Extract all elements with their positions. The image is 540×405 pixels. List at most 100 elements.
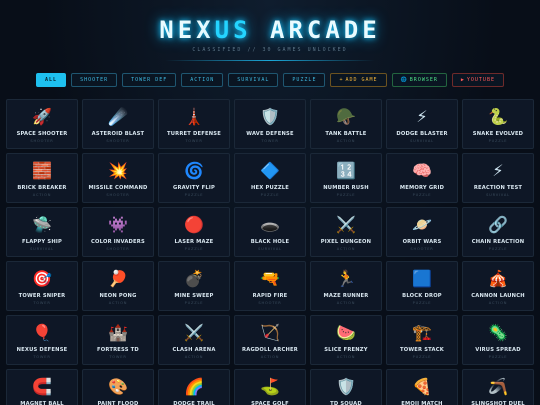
game-card[interactable]: 🏃 MAZE RUNNER ACTION	[310, 261, 382, 311]
game-card[interactable]: 🔫 RAPID FIRE SHOOTER	[234, 261, 306, 311]
game-card[interactable]: 🏗️ TOWER STACK PUZZLE	[386, 315, 458, 365]
game-card[interactable]: 🪃SLINGSHOT DUELACTION	[462, 369, 534, 405]
game-icon: ⚔️	[184, 323, 204, 342]
game-card[interactable]: 💥 MISSILE COMMAND SHOOTER	[82, 153, 154, 203]
game-title: PIXEL DUNGEON	[320, 239, 372, 245]
game-card[interactable]: 🏹 RAGDOLL ARCHER ACTION	[234, 315, 306, 365]
game-title: BLACK HOLE	[250, 239, 290, 245]
game-card[interactable]: 🏰 FORTRESS TD TOWER	[82, 315, 154, 365]
game-card[interactable]: 🐍 SNAKE EVOLVED PUZZLE	[462, 99, 534, 149]
game-icon: 🦠	[488, 323, 508, 342]
game-card[interactable]: 🎨PAINT FLOODPUZZLE	[82, 369, 154, 405]
game-title: SPACE GOLF	[251, 401, 289, 405]
game-title: CHAIN REACTION	[471, 239, 525, 245]
game-icon: 🧠	[412, 161, 432, 180]
game-genre: SHOOTER	[106, 139, 130, 143]
game-title: ASTEROID BLAST	[91, 131, 145, 137]
game-icon: 🌀	[184, 161, 204, 180]
game-card[interactable]: ☄️ ASTEROID BLAST SHOOTER	[82, 99, 154, 149]
game-card[interactable]: 🪐 ORBIT WARS SHOOTER	[386, 207, 458, 257]
game-card[interactable]: 🪖 TANK BATTLE ACTION	[310, 99, 382, 149]
game-genre: SURVIVAL	[30, 247, 54, 251]
game-card[interactable]: 🏓 NEON PONG ACTION	[82, 261, 154, 311]
game-card[interactable]: ⚔️ CLASH ARENA ACTION	[158, 315, 230, 365]
game-card[interactable]: 🔗 CHAIN REACTION PUZZLE	[462, 207, 534, 257]
game-genre: ACTION	[336, 139, 356, 143]
game-icon: 🪖	[336, 107, 356, 126]
game-icon: 💥	[108, 161, 128, 180]
game-card[interactable]: 🛡️TD SQUADTOWER	[310, 369, 382, 405]
tab-label: ALL	[45, 77, 58, 83]
tab-all[interactable]: ALL	[36, 73, 67, 87]
game-card[interactable]: 🎯 TOWER SNIPER TOWER	[6, 261, 78, 311]
game-genre: SURVIVAL	[258, 247, 282, 251]
game-card[interactable]: ⚡ DODGE BLASTER SURVIVAL	[386, 99, 458, 149]
game-icon: 🔷	[260, 161, 280, 180]
game-card[interactable]: 🛡️ WAVE DEFENSE TOWER	[234, 99, 306, 149]
tab-tower-def[interactable]: TOWER DEF	[122, 73, 177, 87]
game-card[interactable]: 🧱 BRICK BREAKER ACTION	[6, 153, 78, 203]
game-card[interactable]: 🔷 HEX PUZZLE PUZZLE	[234, 153, 306, 203]
game-icon: 🛡️	[336, 377, 356, 396]
tab-youtube[interactable]: ▶ YOUTUBE	[451, 73, 504, 87]
game-icon: 🎨	[108, 377, 128, 396]
game-title: MINE SWEEP	[174, 293, 214, 299]
game-card[interactable]: 🟦 BLOCK DROP PUZZLE	[386, 261, 458, 311]
game-icon: 🚀	[32, 107, 52, 126]
game-genre: PUZZLE	[184, 247, 204, 251]
page-title: NEXUS ARCADE	[159, 16, 381, 44]
game-icon: 🔴	[184, 215, 204, 234]
game-icon: 👾	[108, 215, 128, 234]
game-card[interactable]: ⛳SPACE GOLFPUZZLE	[234, 369, 306, 405]
game-card[interactable]: 🗼 TURRET DEFENSE TOWER	[158, 99, 230, 149]
game-card[interactable]: 💣 MINE SWEEP PUZZLE	[158, 261, 230, 311]
game-card[interactable]: 🛸 FLAPPY SHIP SURVIVAL	[6, 207, 78, 257]
browser-icon: 🌐	[400, 77, 408, 83]
game-icon: ☄️	[108, 107, 128, 126]
game-genre: SHOOTER	[258, 301, 282, 305]
tab-puzzle[interactable]: PUZZLE	[283, 73, 326, 87]
game-title: DODGE BLASTER	[396, 131, 448, 137]
game-card[interactable]: 🎪 CANNON LAUNCH ACTION	[462, 261, 534, 311]
game-title: NEON PONG	[99, 293, 137, 299]
game-card[interactable]: 🕳️ BLACK HOLE SURVIVAL	[234, 207, 306, 257]
game-card[interactable]: 🚀 SPACE SHOOTER SHOOTER	[6, 99, 78, 149]
game-card[interactable]: 🧲MAGNET BALLPUZZLE	[6, 369, 78, 405]
game-title: SLINGSHOT DUEL	[471, 401, 525, 405]
tab-action[interactable]: ACTION	[181, 73, 224, 87]
game-genre: PUZZLE	[184, 193, 204, 197]
game-icon: 🧱	[32, 161, 52, 180]
tab-add-game[interactable]: + ADD GAME	[330, 73, 387, 87]
game-card[interactable]: 🍕EMOJI MATCHPUZZLE	[386, 369, 458, 405]
game-title: MEMORY GRID	[399, 185, 445, 191]
tab-browser[interactable]: 🌐 BROWSER	[391, 73, 447, 87]
game-title: BRICK BREAKER	[17, 185, 67, 191]
game-card[interactable]: 🦠 VIRUS SPREAD PUZZLE	[462, 315, 534, 365]
game-card[interactable]: 🌀 GRAVITY FLIP PUZZLE	[158, 153, 230, 203]
game-card[interactable]: 🔢 NUMBER RUSH PUZZLE	[310, 153, 382, 203]
game-title: NEXUS DEFENSE	[16, 347, 68, 353]
game-card[interactable]: 🔴 LASER MAZE PUZZLE	[158, 207, 230, 257]
game-icon: 🛡️	[260, 107, 280, 126]
tab-shooter[interactable]: SHOOTER	[71, 73, 118, 87]
tab-label: ACTION	[190, 77, 215, 83]
game-title: TANK BATTLE	[325, 131, 367, 137]
game-card[interactable]: ⚔️ PIXEL DUNGEON ACTION	[310, 207, 382, 257]
game-genre: PUZZLE	[488, 247, 508, 251]
game-card[interactable]: 🌈DODGE TRAILSURVIVAL	[158, 369, 230, 405]
game-title: REACTION TEST	[473, 185, 523, 191]
game-card[interactable]: ⚡ REACTION TEST SURVIVAL	[462, 153, 534, 203]
game-card[interactable]: 👾 COLOR INVADERS SHOOTER	[82, 207, 154, 257]
game-card[interactable]: 🎈 NEXUS DEFENSE TOWER	[6, 315, 78, 365]
game-card[interactable]: 🍉 SLICE FRENZY ACTION	[310, 315, 382, 365]
game-icon: 🏃	[336, 269, 356, 288]
game-genre: ACTION	[336, 247, 356, 251]
tab-survival[interactable]: SURVIVAL	[228, 73, 279, 87]
tab-label: YOUTUBE	[466, 77, 495, 83]
game-title: PAINT FLOOD	[97, 401, 139, 405]
add-icon: +	[339, 77, 344, 83]
game-card[interactable]: 🧠 MEMORY GRID PUZZLE	[386, 153, 458, 203]
game-genre: ACTION	[184, 355, 204, 359]
game-icon: 🕳️	[260, 215, 280, 234]
game-title: DODGE TRAIL	[173, 401, 215, 405]
